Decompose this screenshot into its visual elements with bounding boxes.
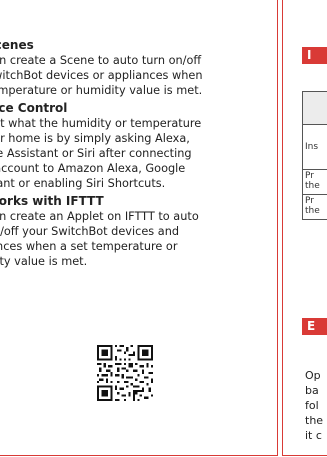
qr-code (97, 345, 153, 401)
table-row: Ins (303, 125, 327, 170)
ifttt-section: Works with IFTTT can create an Applet on… (0, 194, 271, 269)
section-line: can create an Applet on IFTTT to auto (0, 210, 199, 223)
section-title: oice Control (0, 101, 68, 115)
text-line: it c (305, 429, 322, 442)
section-line: our home is by simply asking Alexa, (0, 132, 190, 145)
section-title: Scenes (0, 38, 34, 52)
section-line: on/off your SwitchBot devices and (0, 225, 180, 238)
section-header-2: E (302, 318, 327, 335)
spec-table: Ins Pr the Pr the (302, 91, 327, 220)
table-row: Pr the (305, 196, 320, 216)
scenes-section: Scenes can create a Scene to auto turn o… (0, 38, 271, 98)
table-header-row (303, 92, 327, 125)
text-line: the (305, 414, 324, 427)
section-title: Works with IFTTT (0, 194, 104, 208)
text-line: fol (305, 399, 319, 412)
section-line: out what the humidity or temperature (0, 117, 202, 130)
text-line: ba (305, 384, 319, 397)
section-line: iances when a set temperature or (0, 240, 178, 253)
section-line: stant or enabling Siri Shortcuts. (0, 177, 166, 190)
left-column: Scenes can create a Scene to auto turn o… (0, 38, 271, 272)
section-line: temperature or humidity value is met. (0, 84, 203, 97)
voice-control-section: oice Control out what the humidity or te… (0, 101, 271, 191)
right-body-text: Op ba fol the it c (305, 368, 323, 443)
section-line: gle Assistant or Siri after connecting (0, 147, 192, 160)
text-line: Op (305, 369, 321, 382)
section-line: can create a Scene to auto turn on/off (0, 54, 202, 67)
section-line: r account to Amazon Alexa, Google (0, 162, 186, 175)
section-line: idity value is met. (0, 255, 88, 268)
right-column: I Ins Pr the Pr the E Op ba fol the it c (283, 0, 327, 457)
table-row: Pr the (303, 170, 327, 195)
section-header-1: I (302, 47, 327, 64)
section-line: SwitchBot devices or appliances when (0, 69, 203, 82)
